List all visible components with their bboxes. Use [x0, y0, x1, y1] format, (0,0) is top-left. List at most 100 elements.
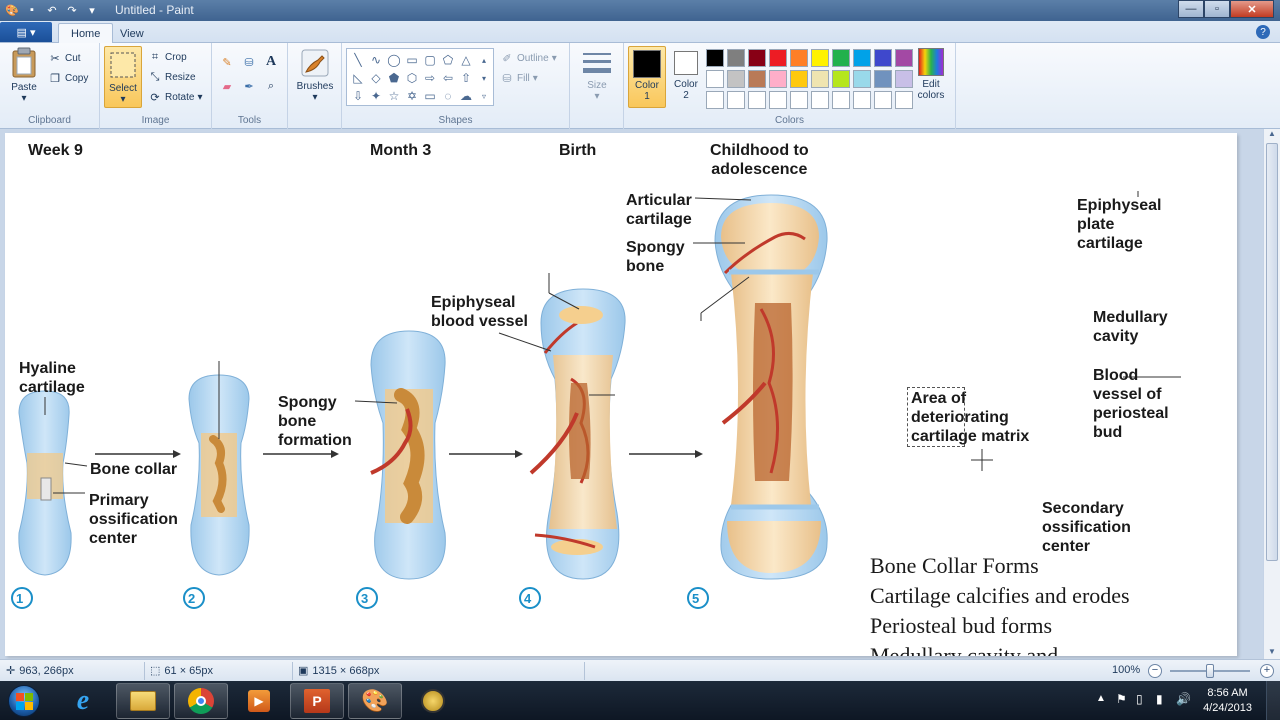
minimize-button[interactable]: —	[1178, 0, 1204, 18]
palette-swatch[interactable]	[832, 91, 850, 109]
undo-icon[interactable]: ↶	[44, 2, 60, 18]
color1-button[interactable]: Color 1	[628, 46, 666, 108]
four-point-star-icon[interactable]: ✦	[368, 87, 384, 105]
palette-swatch[interactable]	[832, 49, 850, 67]
palette-swatch[interactable]	[853, 70, 871, 88]
eraser-tool[interactable]: ▰	[220, 79, 234, 93]
zoom-in-button[interactable]: +	[1260, 664, 1274, 678]
help-icon[interactable]: ?	[1256, 25, 1270, 39]
palette-swatch[interactable]	[853, 91, 871, 109]
palette-swatch[interactable]	[853, 49, 871, 67]
palette-swatch[interactable]	[811, 91, 829, 109]
palette-swatch[interactable]	[874, 70, 892, 88]
palette-swatch[interactable]	[727, 70, 745, 88]
close-button[interactable]: ✕	[1230, 0, 1274, 18]
network-signal-icon[interactable]: ▮	[1156, 692, 1163, 706]
size-button[interactable]: Size ▾	[578, 49, 616, 102]
fill-button[interactable]: ⛁ Fill ▾	[500, 71, 537, 85]
edit-colors-button[interactable]: Edit colors	[912, 46, 950, 101]
show-desktop-button[interactable]	[1266, 681, 1280, 720]
crop-button[interactable]: ⌗ Crop	[148, 50, 187, 64]
cut-button[interactable]: ✂ Cut	[48, 51, 80, 65]
rect-callout-icon[interactable]: ▭	[422, 87, 438, 105]
paint-app-icon[interactable]: 🎨	[4, 2, 20, 18]
palette-swatch[interactable]	[874, 91, 892, 109]
paste-button[interactable]: Paste ▾	[6, 47, 42, 104]
show-hidden-icons[interactable]: ▲	[1096, 693, 1106, 704]
palette-swatch[interactable]	[769, 70, 787, 88]
taskbar-powerpoint[interactable]: P	[290, 683, 344, 719]
drawing-canvas[interactable]: 1 2 3 4 5 Week 9 Month 3 Birth Childhood…	[5, 133, 1237, 656]
selection-rectangle[interactable]	[907, 387, 965, 447]
taskbar-internet-explorer[interactable]: e	[56, 683, 110, 719]
scroll-up-arrow-icon[interactable]: ▲	[1264, 129, 1280, 141]
more-shapes-icon[interactable]: ▿	[476, 87, 492, 105]
palette-swatch[interactable]	[811, 70, 829, 88]
six-point-star-icon[interactable]: ✡	[404, 87, 420, 105]
right-arrow-shape-icon[interactable]: ⇨	[422, 69, 438, 87]
select-button[interactable]: Select ▾	[104, 46, 142, 108]
power-icon[interactable]: ▯	[1136, 692, 1143, 706]
scroll-up-icon[interactable]: ▴	[476, 51, 492, 69]
taskbar-chrome[interactable]	[174, 683, 228, 719]
scroll-down-icon[interactable]: ▾	[476, 69, 492, 87]
up-arrow-shape-icon[interactable]: ⇧	[458, 69, 474, 87]
rectangle-shape-icon[interactable]: ▭	[404, 51, 420, 69]
palette-swatch[interactable]	[811, 49, 829, 67]
taskbar-clock[interactable]: 8:56 AM 4/24/2013	[1203, 686, 1252, 716]
palette-swatch[interactable]	[727, 91, 745, 109]
paint-menu-button[interactable]: ▤ ▾	[0, 22, 52, 42]
diamond-shape-icon[interactable]: ◇	[368, 69, 384, 87]
volume-icon[interactable]: 🔊	[1176, 692, 1191, 706]
palette-swatch[interactable]	[790, 70, 808, 88]
text-tool[interactable]: A	[264, 54, 278, 69]
palette-swatch[interactable]	[895, 91, 913, 109]
palette-swatch[interactable]	[769, 91, 787, 109]
rotate-button[interactable]: ⟳ Rotate ▾	[148, 90, 202, 104]
vertical-scrollbar[interactable]: ▲ ▼	[1263, 129, 1280, 659]
color-picker-tool[interactable]: ✒	[242, 79, 256, 93]
taskbar-paint[interactable]: 🎨	[348, 683, 402, 719]
palette-swatch[interactable]	[748, 70, 766, 88]
redo-icon[interactable]: ↷	[64, 2, 80, 18]
polygon-shape-icon[interactable]: ⬠	[440, 51, 456, 69]
color2-button[interactable]: Color 2	[668, 46, 704, 101]
curve-shape-icon[interactable]: ∿	[368, 51, 384, 69]
save-icon[interactable]: ▪	[24, 2, 40, 18]
oval-callout-icon[interactable]: ◌	[440, 87, 456, 105]
maximize-button[interactable]: ▫	[1204, 0, 1230, 18]
palette-swatch[interactable]	[790, 91, 808, 109]
palette-swatch[interactable]	[706, 70, 724, 88]
zoom-slider-thumb[interactable]	[1206, 664, 1214, 678]
cloud-callout-icon[interactable]: ☁	[458, 87, 474, 105]
start-button[interactable]	[4, 682, 44, 720]
pentagon-shape-icon[interactable]: ⬟	[386, 69, 402, 87]
palette-swatch[interactable]	[706, 49, 724, 67]
palette-swatch[interactable]	[790, 49, 808, 67]
taskbar-media-player[interactable]: ▶	[232, 683, 286, 719]
rounded-rectangle-shape-icon[interactable]: ▢	[422, 51, 438, 69]
palette-swatch[interactable]	[748, 49, 766, 67]
scroll-down-arrow-icon[interactable]: ▼	[1264, 647, 1280, 659]
fill-tool[interactable]: ⛁	[242, 55, 256, 69]
resize-button[interactable]: ⤡ Resize	[148, 70, 196, 84]
palette-swatch[interactable]	[706, 91, 724, 109]
palette-swatch[interactable]	[727, 49, 745, 67]
customize-qat-icon[interactable]: ▾	[84, 2, 100, 18]
action-center-flag-icon[interactable]: ⚑	[1116, 692, 1127, 706]
oval-shape-icon[interactable]: ◯	[386, 51, 402, 69]
brushes-button[interactable]: Brushes ▾	[293, 48, 337, 103]
copy-button[interactable]: ❐ Copy	[48, 71, 88, 85]
tab-view[interactable]: View	[108, 23, 156, 44]
zoom-out-button[interactable]: −	[1148, 664, 1162, 678]
tab-home[interactable]: Home	[58, 23, 114, 44]
notes-text-box[interactable]: Bone Collar Forms Cartilage calcifies an…	[870, 551, 1130, 656]
hexagon-shape-icon[interactable]: ⬡	[404, 69, 420, 87]
palette-swatch[interactable]	[874, 49, 892, 67]
palette-swatch[interactable]	[895, 49, 913, 67]
palette-swatch[interactable]	[769, 49, 787, 67]
taskbar-file-explorer[interactable]	[116, 683, 170, 719]
line-shape-icon[interactable]: ╲	[350, 51, 366, 69]
palette-swatch[interactable]	[895, 70, 913, 88]
pencil-tool[interactable]: ✎	[220, 55, 234, 69]
